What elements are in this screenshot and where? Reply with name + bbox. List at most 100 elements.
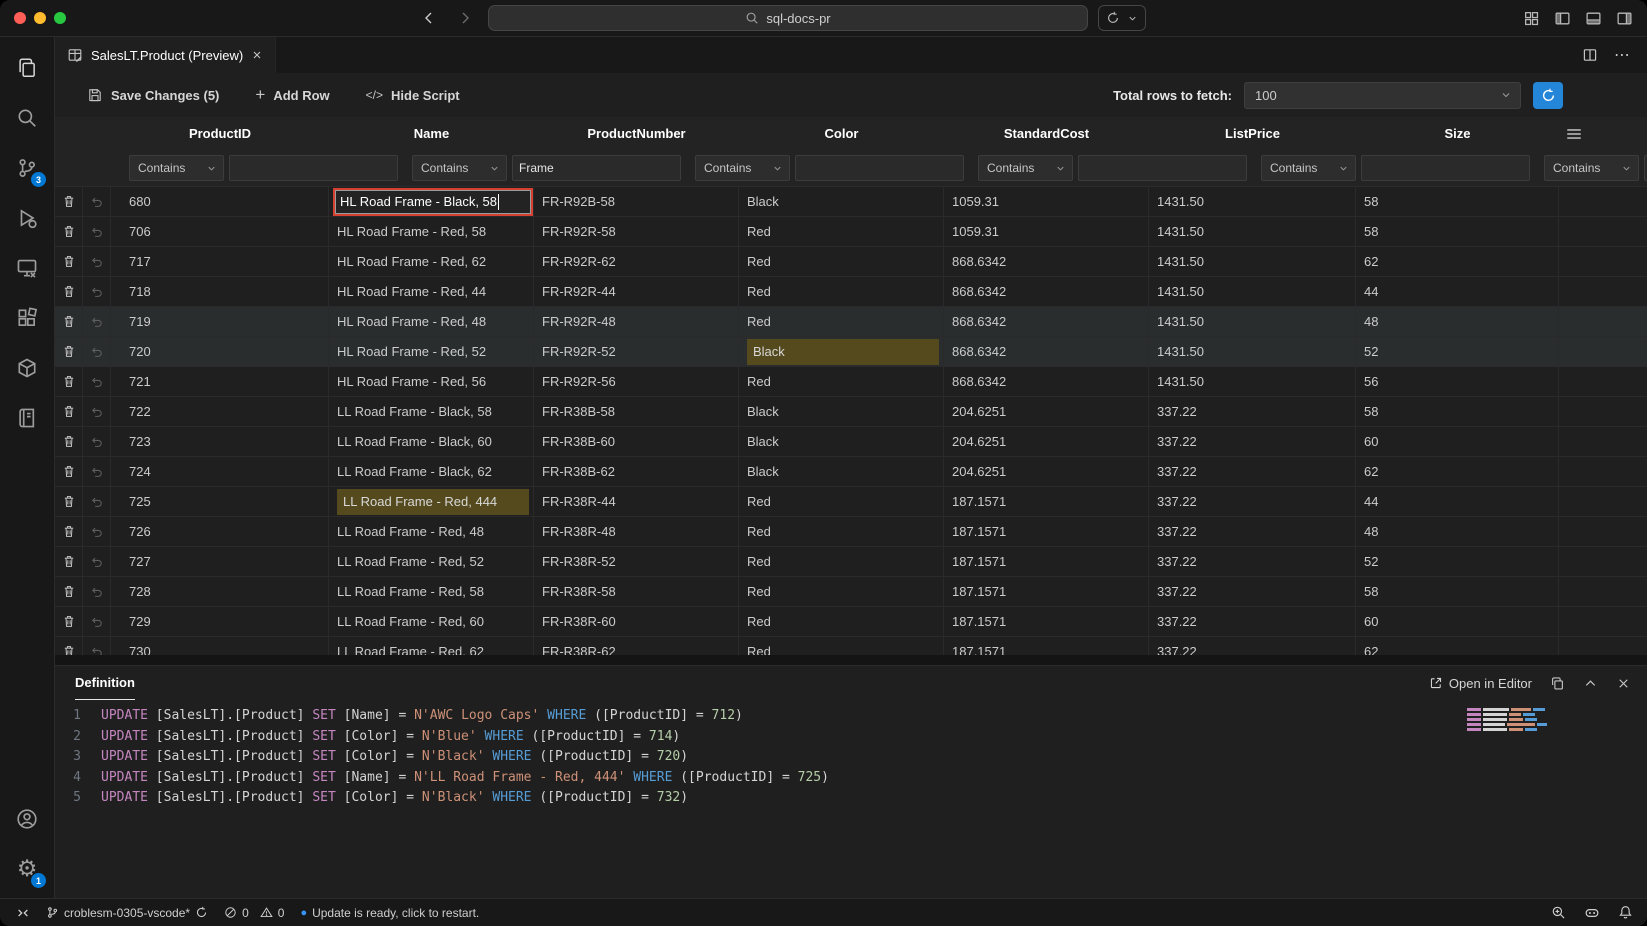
cell-name[interactable]: HL Road Frame - Red, 52 bbox=[329, 337, 534, 366]
cell-id[interactable]: 722 bbox=[111, 397, 329, 426]
cell-size[interactable]: 48 bbox=[1356, 307, 1559, 336]
cell-cost[interactable]: 204.6251 bbox=[944, 457, 1149, 486]
cell-number[interactable]: FR-R92R-44 bbox=[534, 277, 739, 306]
column-header-name[interactable]: Name bbox=[329, 117, 534, 150]
delete-row-button[interactable] bbox=[55, 577, 83, 606]
cell-number[interactable]: FR-R38B-58 bbox=[534, 397, 739, 426]
tab-close-button[interactable] bbox=[251, 49, 263, 61]
table-row[interactable]: 724LL Road Frame - Black, 62FR-R38B-62Bl… bbox=[55, 457, 1647, 487]
table-row[interactable]: 722LL Road Frame - Black, 58FR-R38B-58Bl… bbox=[55, 397, 1647, 427]
filter-operator-select-id[interactable]: Contains bbox=[129, 155, 224, 181]
settings-button[interactable]: ⚙ 1 bbox=[3, 844, 51, 894]
column-menu-icon[interactable] bbox=[1565, 125, 1583, 143]
cell-id[interactable]: 680 bbox=[111, 187, 329, 216]
cell-color[interactable]: Red bbox=[739, 577, 944, 606]
delete-row-button[interactable] bbox=[55, 457, 83, 486]
cell-cost[interactable]: 204.6251 bbox=[944, 427, 1149, 456]
close-window-button[interactable] bbox=[14, 12, 26, 24]
revert-row-button[interactable] bbox=[83, 217, 111, 246]
filter-input-id[interactable] bbox=[229, 155, 398, 181]
cell-number[interactable]: FR-R38B-62 bbox=[534, 457, 739, 486]
revert-row-button[interactable] bbox=[83, 367, 111, 396]
add-row-button[interactable]: + Add Row bbox=[255, 85, 329, 105]
cell-price[interactable]: 1431.50 bbox=[1149, 217, 1356, 246]
cell-name[interactable]: LL Road Frame - Red, 48 bbox=[329, 517, 534, 546]
delete-row-button[interactable] bbox=[55, 427, 83, 456]
cell-size[interactable]: 52 bbox=[1356, 547, 1559, 576]
split-editor-icon[interactable] bbox=[1582, 47, 1598, 63]
table-row[interactable]: 723LL Road Frame - Black, 60FR-R38B-60Bl… bbox=[55, 427, 1647, 457]
more-actions-icon[interactable]: ⋯ bbox=[1614, 45, 1631, 65]
total-rows-select[interactable]: 100 bbox=[1244, 82, 1521, 109]
bell-icon[interactable] bbox=[1618, 905, 1633, 920]
cell-id[interactable]: 728 bbox=[111, 577, 329, 606]
toggle-panel-icon[interactable] bbox=[1585, 10, 1602, 27]
cell-price[interactable]: 337.22 bbox=[1149, 607, 1356, 636]
cell-editor[interactable]: HL Road Frame - Black, 58 bbox=[333, 188, 533, 216]
cell-id[interactable]: 724 bbox=[111, 457, 329, 486]
layout-sync-control[interactable] bbox=[1098, 5, 1146, 31]
forward-button[interactable] bbox=[452, 5, 478, 31]
cell-size[interactable]: 62 bbox=[1356, 247, 1559, 276]
cell-price[interactable]: 337.22 bbox=[1149, 397, 1356, 426]
cell-color[interactable]: Red bbox=[739, 607, 944, 636]
refresh-button[interactable] bbox=[1533, 82, 1563, 109]
cell-price[interactable]: 1431.50 bbox=[1149, 367, 1356, 396]
cell-color[interactable]: Black bbox=[739, 457, 944, 486]
sql-script-editor[interactable]: 1UPDATE [SalesLT].[Product] SET [Name] =… bbox=[55, 700, 1647, 898]
filter-input-color[interactable] bbox=[1078, 155, 1247, 181]
close-panel-icon[interactable] bbox=[1616, 676, 1631, 691]
cell-color[interactable]: Red bbox=[739, 307, 944, 336]
copilot-icon[interactable] bbox=[1584, 905, 1600, 921]
sidebar-item-run-debug[interactable] bbox=[3, 193, 51, 243]
revert-row-button[interactable] bbox=[83, 397, 111, 426]
cell-size[interactable]: 44 bbox=[1356, 277, 1559, 306]
cell-cost[interactable]: 868.6342 bbox=[944, 367, 1149, 396]
cell-size[interactable]: 60 bbox=[1356, 607, 1559, 636]
delete-row-button[interactable] bbox=[55, 517, 83, 546]
cell-color[interactable]: Black bbox=[739, 187, 944, 216]
command-center-search[interactable]: sql-docs-pr bbox=[488, 5, 1088, 31]
revert-row-button[interactable] bbox=[83, 487, 111, 516]
toggle-sidebar-icon[interactable] bbox=[1554, 10, 1571, 27]
table-row[interactable]: 727LL Road Frame - Red, 52FR-R38R-52Red1… bbox=[55, 547, 1647, 577]
filter-operator-select-price[interactable]: Contains bbox=[1544, 155, 1639, 181]
cell-cost[interactable]: 187.1571 bbox=[944, 487, 1149, 516]
cell-number[interactable]: FR-R38R-58 bbox=[534, 577, 739, 606]
cell-number[interactable]: FR-R38R-52 bbox=[534, 547, 739, 576]
revert-row-button[interactable] bbox=[83, 547, 111, 576]
delete-row-button[interactable] bbox=[55, 307, 83, 336]
delete-row-button[interactable] bbox=[55, 367, 83, 396]
cell-number[interactable]: FR-R38B-60 bbox=[534, 427, 739, 456]
cell-cost[interactable]: 187.1571 bbox=[944, 517, 1149, 546]
revert-row-button[interactable] bbox=[83, 277, 111, 306]
column-header-color[interactable]: Color bbox=[739, 117, 944, 150]
revert-row-button[interactable] bbox=[83, 607, 111, 636]
remote-indicator[interactable] bbox=[16, 906, 30, 920]
revert-row-button[interactable] bbox=[83, 457, 111, 486]
column-header-number[interactable]: ProductNumber bbox=[534, 117, 739, 150]
cell-size[interactable]: 44 bbox=[1356, 487, 1559, 516]
cell-id[interactable]: 721 bbox=[111, 367, 329, 396]
open-in-editor-button[interactable]: Open in Editor bbox=[1429, 676, 1532, 691]
cell-name[interactable]: LL Road Frame - Black, 62 bbox=[329, 457, 534, 486]
cell-number[interactable]: FR-R92B-58 bbox=[534, 187, 739, 216]
save-changes-button[interactable]: Save Changes (5) bbox=[87, 87, 219, 103]
delete-row-button[interactable] bbox=[55, 637, 83, 655]
column-header-price[interactable]: ListPrice bbox=[1149, 117, 1356, 150]
customize-layout-icon[interactable] bbox=[1523, 10, 1540, 27]
sidebar-item-extensions[interactable] bbox=[3, 293, 51, 343]
update-ready-message[interactable]: ● Update is ready, click to restart. bbox=[300, 906, 479, 920]
cell-name[interactable]: LL Road Frame - Red, 60 bbox=[329, 607, 534, 636]
cell-id[interactable]: 726 bbox=[111, 517, 329, 546]
cell-price[interactable]: 337.22 bbox=[1149, 487, 1356, 516]
minimap[interactable] bbox=[1467, 708, 1547, 733]
maximize-window-button[interactable] bbox=[54, 12, 66, 24]
cell-price[interactable]: 337.22 bbox=[1149, 577, 1356, 606]
cell-name[interactable]: LL Road Frame - Red, 58 bbox=[329, 577, 534, 606]
cell-id[interactable]: 720 bbox=[111, 337, 329, 366]
cell-cost[interactable]: 187.1571 bbox=[944, 637, 1149, 655]
column-header-size[interactable]: Size bbox=[1356, 117, 1559, 150]
cell-name[interactable]: HL Road Frame - Red, 44 bbox=[329, 277, 534, 306]
cell-cost[interactable]: 868.6342 bbox=[944, 307, 1149, 336]
